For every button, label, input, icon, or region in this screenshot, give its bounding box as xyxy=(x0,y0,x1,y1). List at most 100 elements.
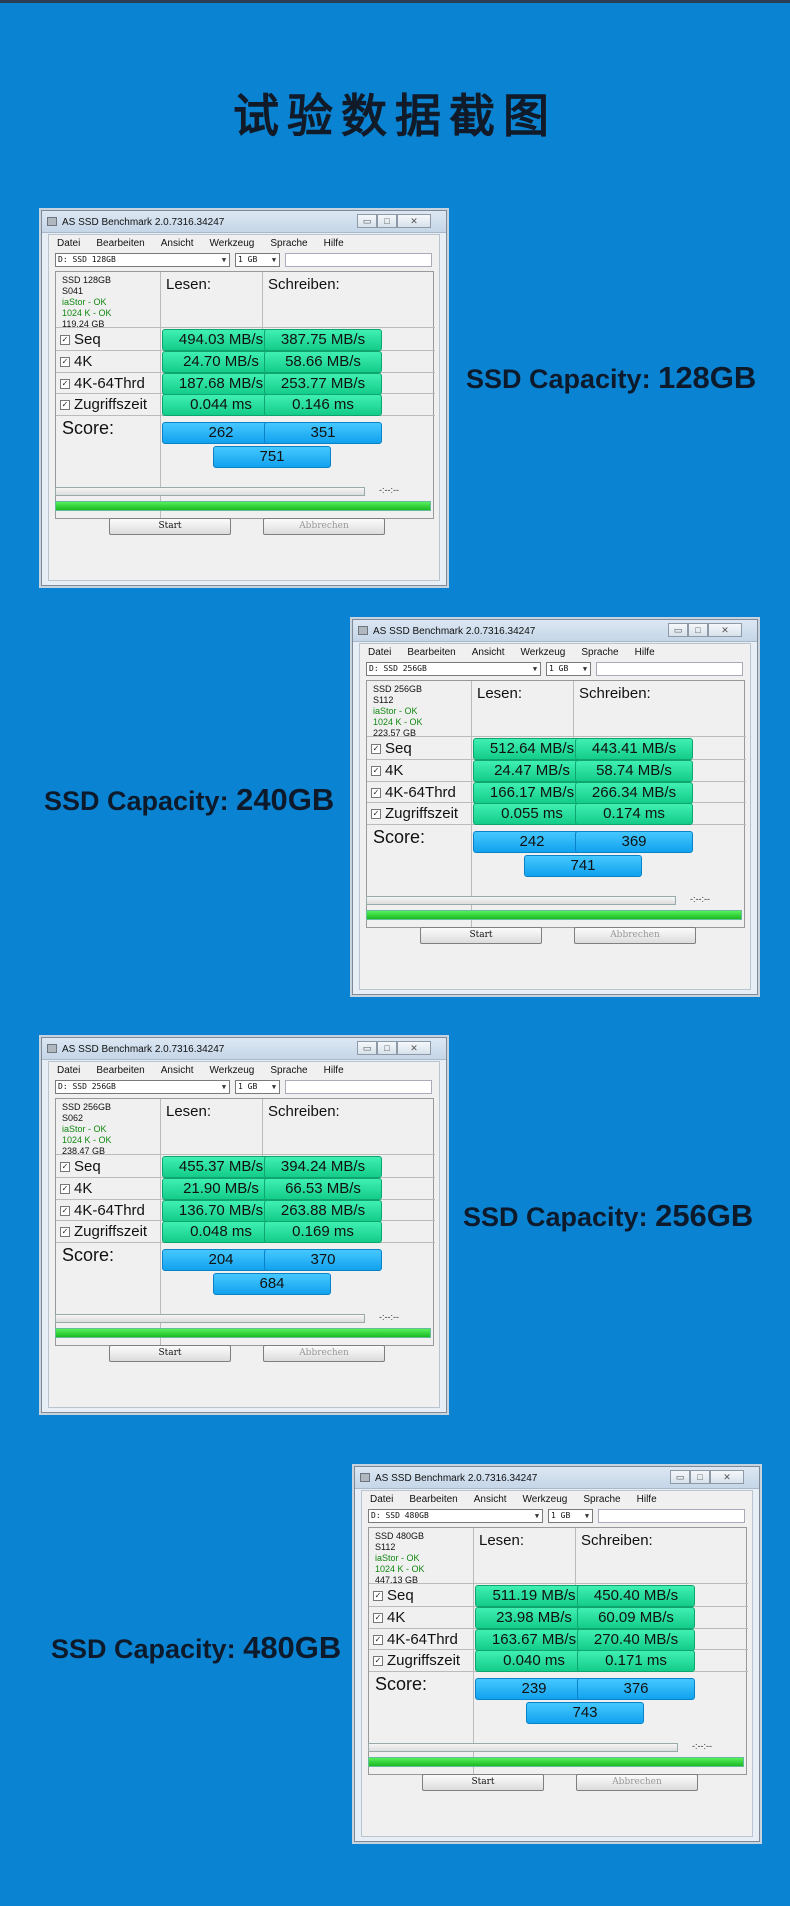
drive-size: 238.47 GB xyxy=(62,1146,106,1156)
start-button[interactable]: Start xyxy=(109,518,231,535)
maximize-button[interactable]: □ xyxy=(688,623,708,637)
start-button[interactable]: Start xyxy=(109,1345,231,1362)
total-progress-bar xyxy=(55,501,431,511)
menu-ansicht[interactable]: Ansicht xyxy=(161,238,194,251)
menu-werkzeug[interactable]: Werkzeug xyxy=(521,647,566,660)
checkbox[interactable]: ✓ xyxy=(371,787,381,798)
menu-bearbeiten[interactable]: Bearbeiten xyxy=(409,1494,457,1507)
checkbox[interactable]: ✓ xyxy=(60,1205,70,1216)
menu-hilfe[interactable]: Hilfe xyxy=(324,238,344,251)
drive-select[interactable]: D: SSD 256GB ▼ xyxy=(55,1080,230,1094)
menu-sprache[interactable]: Sprache xyxy=(583,1494,620,1507)
checkbox[interactable]: ✓ xyxy=(60,1183,70,1194)
title-bar[interactable]: AS SSD Benchmark 2.0.7316.34247 ▭ □ ✕ xyxy=(355,1467,759,1489)
menu-ansicht[interactable]: Ansicht xyxy=(472,647,505,660)
row-access-time[interactable]: ✓ Zugriffszeit xyxy=(60,1223,147,1240)
title-bar[interactable]: AS SSD Benchmark 2.0.7316.34247 ▭ □ ✕ xyxy=(42,1038,446,1060)
checkbox[interactable]: ✓ xyxy=(60,1161,70,1172)
maximize-button[interactable]: □ xyxy=(377,214,397,228)
menu-hilfe[interactable]: Hilfe xyxy=(324,1065,344,1078)
checkbox[interactable]: ✓ xyxy=(373,1612,383,1623)
minimize-button[interactable]: ▭ xyxy=(357,214,377,228)
menu-werkzeug[interactable]: Werkzeug xyxy=(210,1065,255,1078)
drive-select[interactable]: D: SSD 480GB ▼ xyxy=(368,1509,543,1523)
menu-hilfe[interactable]: Hilfe xyxy=(635,647,655,660)
text-input[interactable] xyxy=(596,662,743,676)
size-select-value: 1 GB xyxy=(238,1082,258,1091)
checkbox[interactable]: ✓ xyxy=(60,399,70,410)
close-button[interactable]: ✕ xyxy=(708,623,742,637)
menu-datei[interactable]: Datei xyxy=(57,238,80,251)
menu-sprache[interactable]: Sprache xyxy=(270,238,307,251)
menu-datei[interactable]: Datei xyxy=(57,1065,80,1078)
row-4k[interactable]: ✓ 4K xyxy=(60,353,92,370)
menu-werkzeug[interactable]: Werkzeug xyxy=(210,238,255,251)
row-4k[interactable]: ✓ 4K xyxy=(371,762,403,779)
text-input[interactable] xyxy=(285,253,432,267)
menu-hilfe[interactable]: Hilfe xyxy=(637,1494,657,1507)
checkbox[interactable]: ✓ xyxy=(60,334,70,345)
row-4k-64thrd[interactable]: ✓ 4K-64Thrd xyxy=(60,375,145,392)
abort-button[interactable]: Abbrechen xyxy=(574,927,696,944)
menu-bearbeiten[interactable]: Bearbeiten xyxy=(407,647,455,660)
close-button[interactable]: ✕ xyxy=(710,1470,744,1484)
firmware: S062 xyxy=(62,1113,84,1123)
row-seq[interactable]: ✓ Seq xyxy=(60,331,101,348)
menu-datei[interactable]: Datei xyxy=(370,1494,393,1507)
close-button[interactable]: ✕ xyxy=(397,214,431,228)
title-bar[interactable]: AS SSD Benchmark 2.0.7316.34247 ▭ □ ✕ xyxy=(353,620,757,642)
row-4k[interactable]: ✓ 4K xyxy=(373,1609,405,1626)
row-seq[interactable]: ✓ Seq xyxy=(60,1158,101,1175)
size-select[interactable]: 1 GB ▼ xyxy=(548,1509,593,1523)
menu-bearbeiten[interactable]: Bearbeiten xyxy=(96,1065,144,1078)
abort-button[interactable]: Abbrechen xyxy=(263,1345,385,1362)
menu-werkzeug[interactable]: Werkzeug xyxy=(523,1494,568,1507)
checkbox[interactable]: ✓ xyxy=(60,378,70,389)
size-select[interactable]: 1 GB ▼ xyxy=(546,662,591,676)
maximize-button[interactable]: □ xyxy=(690,1470,710,1484)
row-access-time[interactable]: ✓ Zugriffszeit xyxy=(60,396,147,413)
menu-ansicht[interactable]: Ansicht xyxy=(161,1065,194,1078)
minimize-button[interactable]: ▭ xyxy=(670,1470,690,1484)
abort-button[interactable]: Abbrechen xyxy=(263,518,385,535)
title-bar[interactable]: AS SSD Benchmark 2.0.7316.34247 ▭ □ ✕ xyxy=(42,211,446,233)
checkbox[interactable]: ✓ xyxy=(371,808,381,819)
row-4k-64thrd[interactable]: ✓ 4K-64Thrd xyxy=(373,1631,458,1648)
maximize-button[interactable]: □ xyxy=(377,1041,397,1055)
checkbox[interactable]: ✓ xyxy=(373,1590,383,1601)
abort-button[interactable]: Abbrechen xyxy=(576,1774,698,1791)
row-4k-64thrd[interactable]: ✓ 4K-64Thrd xyxy=(60,1202,145,1219)
menu-sprache[interactable]: Sprache xyxy=(270,1065,307,1078)
row-seq[interactable]: ✓ Seq xyxy=(373,1587,414,1604)
menu-bearbeiten[interactable]: Bearbeiten xyxy=(96,238,144,251)
checkbox[interactable]: ✓ xyxy=(373,1634,383,1645)
menu-sprache[interactable]: Sprache xyxy=(581,647,618,660)
row-label: 4K-64Thrd xyxy=(74,375,145,392)
menu-ansicht[interactable]: Ansicht xyxy=(474,1494,507,1507)
start-button[interactable]: Start xyxy=(420,927,542,944)
size-select[interactable]: 1 GB ▼ xyxy=(235,253,280,267)
close-button[interactable]: ✕ xyxy=(397,1041,431,1055)
checkbox[interactable]: ✓ xyxy=(371,743,381,754)
checkbox[interactable]: ✓ xyxy=(371,765,381,776)
row-access-time[interactable]: ✓ Zugriffszeit xyxy=(371,805,458,822)
row-4k-64thrd[interactable]: ✓ 4K-64Thrd xyxy=(371,784,456,801)
start-button[interactable]: Start xyxy=(422,1774,544,1791)
drive-select[interactable]: D: SSD 128GB ▼ xyxy=(55,253,230,267)
checkbox[interactable]: ✓ xyxy=(60,1226,70,1237)
row-4k[interactable]: ✓ 4K xyxy=(60,1180,92,1197)
text-input[interactable] xyxy=(598,1509,745,1523)
write-access-value: 0.146 ms xyxy=(264,394,382,416)
write-4k-value: 66.53 MB/s xyxy=(264,1178,382,1200)
drive-select[interactable]: D: SSD 256GB ▼ xyxy=(366,662,541,676)
minimize-button[interactable]: ▭ xyxy=(357,1041,377,1055)
text-input[interactable] xyxy=(285,1080,432,1094)
row-access-time[interactable]: ✓ Zugriffszeit xyxy=(373,1652,460,1669)
score-read: 262 xyxy=(162,422,280,444)
menu-datei[interactable]: Datei xyxy=(368,647,391,660)
checkbox[interactable]: ✓ xyxy=(373,1655,383,1666)
checkbox[interactable]: ✓ xyxy=(60,356,70,367)
row-seq[interactable]: ✓ Seq xyxy=(371,740,412,757)
minimize-button[interactable]: ▭ xyxy=(668,623,688,637)
size-select[interactable]: 1 GB ▼ xyxy=(235,1080,280,1094)
